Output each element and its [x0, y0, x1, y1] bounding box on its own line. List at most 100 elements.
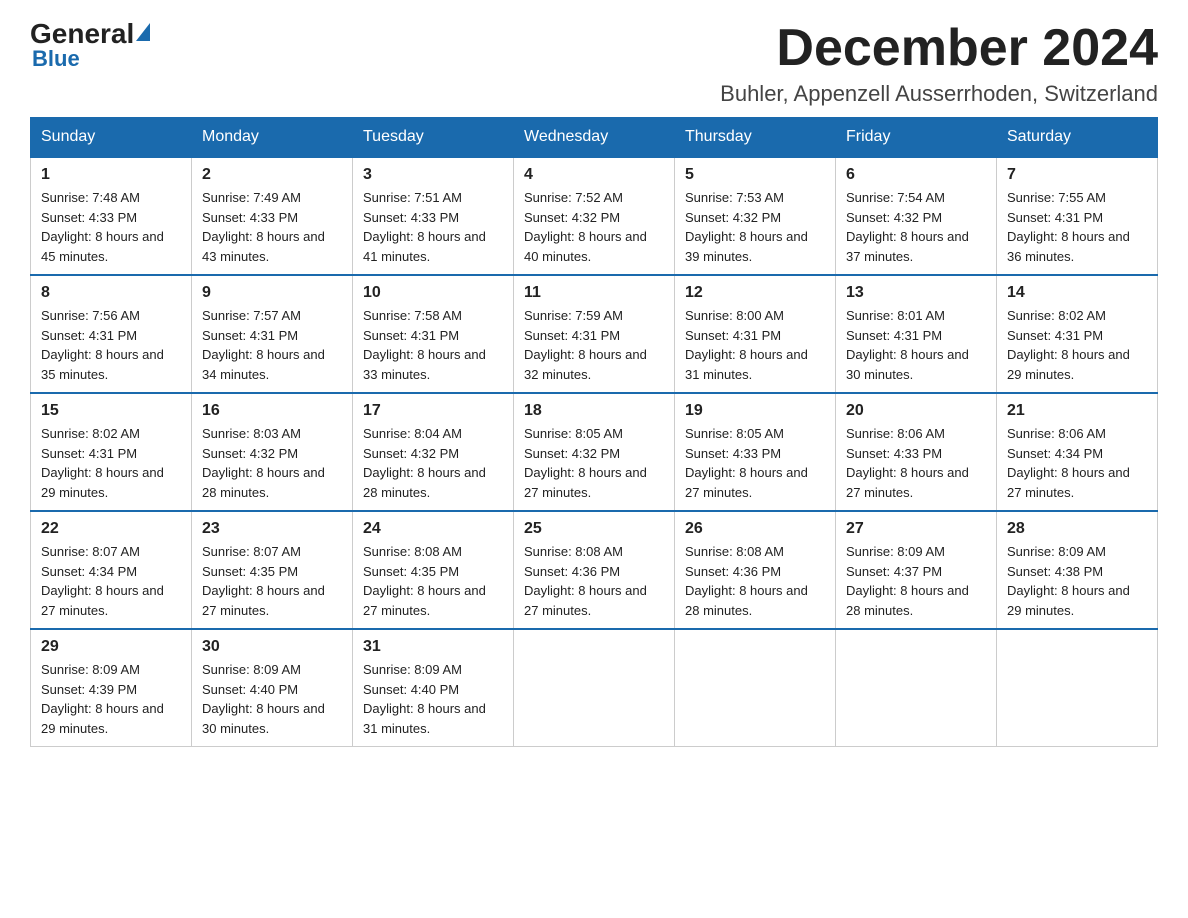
day-number: 10 [363, 284, 503, 302]
calendar-table: Sunday Monday Tuesday Wednesday Thursday… [30, 117, 1158, 747]
table-row: 2 Sunrise: 7:49 AMSunset: 4:33 PMDayligh… [192, 157, 353, 275]
logo-blue: Blue [32, 46, 80, 72]
day-info: Sunrise: 8:00 AMSunset: 4:31 PMDaylight:… [685, 308, 808, 382]
day-number: 16 [202, 402, 342, 420]
day-number: 30 [202, 638, 342, 656]
day-info: Sunrise: 7:54 AMSunset: 4:32 PMDaylight:… [846, 190, 969, 264]
table-row: 19 Sunrise: 8:05 AMSunset: 4:33 PMDaylig… [675, 393, 836, 511]
day-info: Sunrise: 7:56 AMSunset: 4:31 PMDaylight:… [41, 308, 164, 382]
day-number: 18 [524, 402, 664, 420]
day-number: 17 [363, 402, 503, 420]
day-number: 26 [685, 520, 825, 538]
table-row: 6 Sunrise: 7:54 AMSunset: 4:32 PMDayligh… [836, 157, 997, 275]
table-row [997, 629, 1158, 747]
day-number: 21 [1007, 402, 1147, 420]
day-info: Sunrise: 8:09 AMSunset: 4:40 PMDaylight:… [363, 662, 486, 736]
table-row: 27 Sunrise: 8:09 AMSunset: 4:37 PMDaylig… [836, 511, 997, 629]
day-number: 19 [685, 402, 825, 420]
day-number: 24 [363, 520, 503, 538]
day-number: 23 [202, 520, 342, 538]
table-row: 14 Sunrise: 8:02 AMSunset: 4:31 PMDaylig… [997, 275, 1158, 393]
table-row: 8 Sunrise: 7:56 AMSunset: 4:31 PMDayligh… [31, 275, 192, 393]
table-row: 23 Sunrise: 8:07 AMSunset: 4:35 PMDaylig… [192, 511, 353, 629]
table-row: 4 Sunrise: 7:52 AMSunset: 4:32 PMDayligh… [514, 157, 675, 275]
day-number: 28 [1007, 520, 1147, 538]
table-row: 29 Sunrise: 8:09 AMSunset: 4:39 PMDaylig… [31, 629, 192, 747]
calendar-week-row: 22 Sunrise: 8:07 AMSunset: 4:34 PMDaylig… [31, 511, 1158, 629]
day-number: 8 [41, 284, 181, 302]
page-header: General Blue December 2024 Buhler, Appen… [30, 20, 1158, 107]
day-number: 4 [524, 166, 664, 184]
table-row: 15 Sunrise: 8:02 AMSunset: 4:31 PMDaylig… [31, 393, 192, 511]
table-row: 30 Sunrise: 8:09 AMSunset: 4:40 PMDaylig… [192, 629, 353, 747]
col-sunday: Sunday [31, 118, 192, 158]
table-row: 1 Sunrise: 7:48 AMSunset: 4:33 PMDayligh… [31, 157, 192, 275]
day-info: Sunrise: 7:48 AMSunset: 4:33 PMDaylight:… [41, 190, 164, 264]
table-row: 5 Sunrise: 7:53 AMSunset: 4:32 PMDayligh… [675, 157, 836, 275]
table-row: 31 Sunrise: 8:09 AMSunset: 4:40 PMDaylig… [353, 629, 514, 747]
day-number: 11 [524, 284, 664, 302]
table-row [514, 629, 675, 747]
day-info: Sunrise: 8:09 AMSunset: 4:39 PMDaylight:… [41, 662, 164, 736]
day-number: 13 [846, 284, 986, 302]
col-friday: Friday [836, 118, 997, 158]
day-number: 22 [41, 520, 181, 538]
day-info: Sunrise: 8:02 AMSunset: 4:31 PMDaylight:… [1007, 308, 1130, 382]
logo: General Blue [30, 20, 150, 72]
table-row: 28 Sunrise: 8:09 AMSunset: 4:38 PMDaylig… [997, 511, 1158, 629]
day-number: 20 [846, 402, 986, 420]
day-info: Sunrise: 8:03 AMSunset: 4:32 PMDaylight:… [202, 426, 325, 500]
table-row: 25 Sunrise: 8:08 AMSunset: 4:36 PMDaylig… [514, 511, 675, 629]
day-info: Sunrise: 8:07 AMSunset: 4:34 PMDaylight:… [41, 544, 164, 618]
day-info: Sunrise: 8:08 AMSunset: 4:36 PMDaylight:… [524, 544, 647, 618]
day-number: 27 [846, 520, 986, 538]
day-info: Sunrise: 8:06 AMSunset: 4:34 PMDaylight:… [1007, 426, 1130, 500]
day-info: Sunrise: 7:59 AMSunset: 4:31 PMDaylight:… [524, 308, 647, 382]
day-info: Sunrise: 8:08 AMSunset: 4:36 PMDaylight:… [685, 544, 808, 618]
table-row: 24 Sunrise: 8:08 AMSunset: 4:35 PMDaylig… [353, 511, 514, 629]
table-row: 21 Sunrise: 8:06 AMSunset: 4:34 PMDaylig… [997, 393, 1158, 511]
day-info: Sunrise: 8:09 AMSunset: 4:38 PMDaylight:… [1007, 544, 1130, 618]
col-tuesday: Tuesday [353, 118, 514, 158]
logo-triangle-icon [136, 23, 150, 41]
calendar-week-row: 15 Sunrise: 8:02 AMSunset: 4:31 PMDaylig… [31, 393, 1158, 511]
calendar-week-row: 1 Sunrise: 7:48 AMSunset: 4:33 PMDayligh… [31, 157, 1158, 275]
day-number: 7 [1007, 166, 1147, 184]
table-row: 10 Sunrise: 7:58 AMSunset: 4:31 PMDaylig… [353, 275, 514, 393]
table-row: 12 Sunrise: 8:00 AMSunset: 4:31 PMDaylig… [675, 275, 836, 393]
day-info: Sunrise: 8:05 AMSunset: 4:32 PMDaylight:… [524, 426, 647, 500]
table-row: 17 Sunrise: 8:04 AMSunset: 4:32 PMDaylig… [353, 393, 514, 511]
day-number: 29 [41, 638, 181, 656]
day-info: Sunrise: 7:57 AMSunset: 4:31 PMDaylight:… [202, 308, 325, 382]
day-number: 1 [41, 166, 181, 184]
table-row: 9 Sunrise: 7:57 AMSunset: 4:31 PMDayligh… [192, 275, 353, 393]
day-info: Sunrise: 8:09 AMSunset: 4:40 PMDaylight:… [202, 662, 325, 736]
day-info: Sunrise: 8:04 AMSunset: 4:32 PMDaylight:… [363, 426, 486, 500]
col-saturday: Saturday [997, 118, 1158, 158]
day-info: Sunrise: 8:01 AMSunset: 4:31 PMDaylight:… [846, 308, 969, 382]
day-info: Sunrise: 8:06 AMSunset: 4:33 PMDaylight:… [846, 426, 969, 500]
month-title: December 2024 [720, 20, 1158, 77]
col-monday: Monday [192, 118, 353, 158]
day-info: Sunrise: 8:05 AMSunset: 4:33 PMDaylight:… [685, 426, 808, 500]
day-number: 25 [524, 520, 664, 538]
day-info: Sunrise: 7:53 AMSunset: 4:32 PMDaylight:… [685, 190, 808, 264]
table-row: 22 Sunrise: 8:07 AMSunset: 4:34 PMDaylig… [31, 511, 192, 629]
calendar-week-row: 8 Sunrise: 7:56 AMSunset: 4:31 PMDayligh… [31, 275, 1158, 393]
calendar-week-row: 29 Sunrise: 8:09 AMSunset: 4:39 PMDaylig… [31, 629, 1158, 747]
table-row: 7 Sunrise: 7:55 AMSunset: 4:31 PMDayligh… [997, 157, 1158, 275]
day-number: 15 [41, 402, 181, 420]
day-number: 14 [1007, 284, 1147, 302]
table-row: 16 Sunrise: 8:03 AMSunset: 4:32 PMDaylig… [192, 393, 353, 511]
day-number: 2 [202, 166, 342, 184]
day-info: Sunrise: 7:51 AMSunset: 4:33 PMDaylight:… [363, 190, 486, 264]
day-info: Sunrise: 7:49 AMSunset: 4:33 PMDaylight:… [202, 190, 325, 264]
col-thursday: Thursday [675, 118, 836, 158]
table-row: 13 Sunrise: 8:01 AMSunset: 4:31 PMDaylig… [836, 275, 997, 393]
table-row: 3 Sunrise: 7:51 AMSunset: 4:33 PMDayligh… [353, 157, 514, 275]
day-number: 6 [846, 166, 986, 184]
table-row [675, 629, 836, 747]
day-number: 9 [202, 284, 342, 302]
table-row: 20 Sunrise: 8:06 AMSunset: 4:33 PMDaylig… [836, 393, 997, 511]
table-row [836, 629, 997, 747]
